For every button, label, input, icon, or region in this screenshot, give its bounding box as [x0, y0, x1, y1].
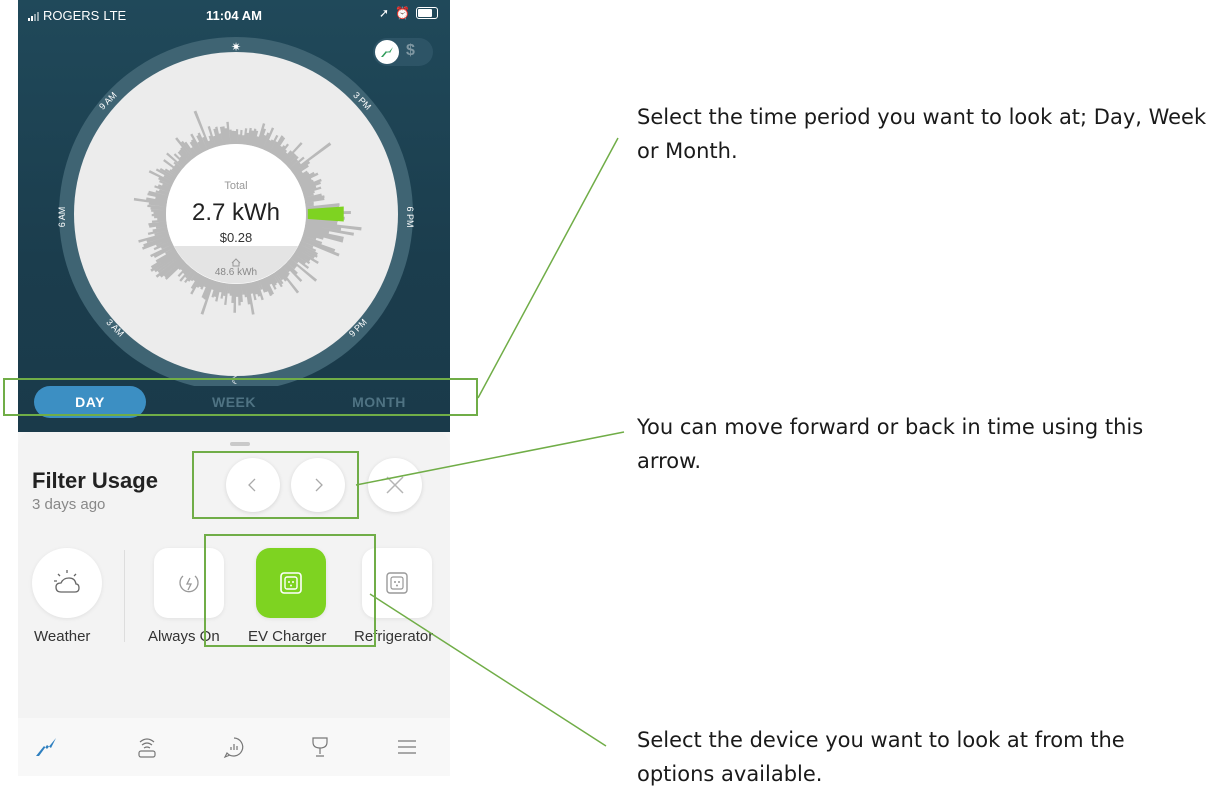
connector-arrows	[355, 431, 625, 486]
connector-devices	[369, 593, 607, 747]
annotation-arrows: You can move forward or back in time usi…	[637, 415, 1144, 473]
annotation-period: Select the time period you want to look …	[637, 105, 1207, 163]
connector-period	[477, 137, 619, 399]
annotation-device: Select the device you want to look at fr…	[637, 728, 1125, 786]
